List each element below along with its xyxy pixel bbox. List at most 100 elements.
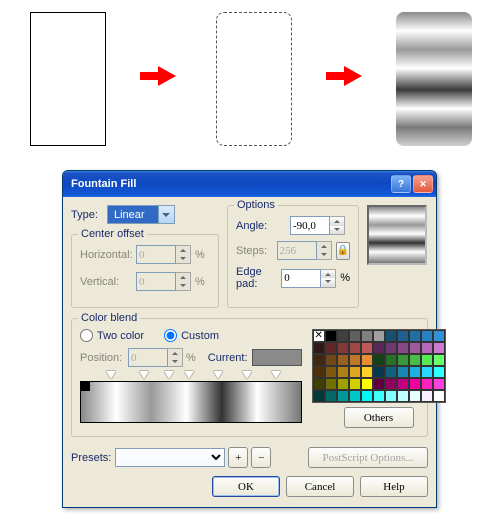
palette-swatch[interactable]	[325, 378, 337, 390]
ok-button[interactable]: OK	[212, 476, 280, 497]
palette-swatch[interactable]	[325, 390, 337, 402]
preset-remove-button[interactable]: −	[251, 447, 271, 468]
horizontal-stepper	[136, 245, 191, 264]
palette-swatch[interactable]	[313, 390, 325, 402]
palette-swatch[interactable]	[337, 366, 349, 378]
vertical-label: Vertical:	[80, 276, 136, 288]
type-select[interactable]: Linear	[107, 205, 175, 224]
palette-swatch[interactable]	[373, 330, 385, 342]
palette-swatch[interactable]	[313, 342, 325, 354]
palette-swatch[interactable]	[421, 390, 433, 402]
edgepad-label: Edge pad:	[236, 266, 281, 290]
palette-swatch[interactable]	[409, 330, 421, 342]
help-icon[interactable]	[391, 175, 411, 193]
palette-swatch[interactable]	[349, 330, 361, 342]
lock-icon[interactable]: 🔒	[336, 242, 350, 260]
palette-swatch[interactable]	[349, 378, 361, 390]
color-palette[interactable]	[312, 329, 446, 403]
palette-swatch[interactable]	[361, 390, 373, 402]
palette-swatch[interactable]	[313, 330, 325, 342]
palette-swatch[interactable]	[421, 330, 433, 342]
palette-swatch[interactable]	[397, 378, 409, 390]
palette-swatch[interactable]	[397, 366, 409, 378]
palette-swatch[interactable]	[337, 354, 349, 366]
palette-swatch[interactable]	[349, 366, 361, 378]
palette-swatch[interactable]	[337, 390, 349, 402]
palette-swatch[interactable]	[433, 330, 445, 342]
current-color-well[interactable]	[252, 349, 302, 366]
arrow-icon	[140, 66, 176, 86]
presets-select[interactable]	[115, 448, 225, 467]
palette-swatch[interactable]	[373, 390, 385, 402]
rect-rounded	[216, 12, 292, 146]
palette-swatch[interactable]	[385, 342, 397, 354]
dialog-title: Fountain Fill	[71, 178, 136, 190]
palette-swatch[interactable]	[421, 378, 433, 390]
palette-swatch[interactable]	[361, 354, 373, 366]
palette-swatch[interactable]	[337, 342, 349, 354]
palette-swatch[interactable]	[373, 366, 385, 378]
palette-swatch[interactable]	[373, 378, 385, 390]
palette-swatch[interactable]	[421, 366, 433, 378]
palette-swatch[interactable]	[313, 378, 325, 390]
palette-swatch[interactable]	[349, 342, 361, 354]
vertical-stepper	[136, 272, 191, 291]
palette-swatch[interactable]	[313, 354, 325, 366]
palette-swatch[interactable]	[397, 390, 409, 402]
palette-swatch[interactable]	[385, 366, 397, 378]
palette-swatch[interactable]	[397, 342, 409, 354]
palette-swatch[interactable]	[325, 354, 337, 366]
palette-swatch[interactable]	[337, 330, 349, 342]
gradient-editor[interactable]	[80, 371, 302, 423]
palette-swatch[interactable]	[325, 330, 337, 342]
presets-label: Presets:	[71, 452, 111, 464]
position-stepper	[128, 348, 183, 367]
palette-swatch[interactable]	[409, 378, 421, 390]
palette-swatch[interactable]	[385, 390, 397, 402]
palette-swatch[interactable]	[373, 342, 385, 354]
steps-stepper	[277, 241, 332, 260]
palette-swatch[interactable]	[385, 378, 397, 390]
palette-swatch[interactable]	[325, 366, 337, 378]
palette-swatch[interactable]	[385, 330, 397, 342]
palette-swatch[interactable]	[313, 366, 325, 378]
titlebar[interactable]: Fountain Fill	[63, 171, 436, 197]
gradient-preview[interactable]	[367, 205, 427, 265]
rect-sharp	[30, 12, 106, 146]
palette-swatch[interactable]	[397, 330, 409, 342]
custom-radio[interactable]: Custom	[164, 329, 219, 342]
horizontal-label: Horizontal:	[80, 249, 136, 261]
palette-swatch[interactable]	[409, 366, 421, 378]
palette-swatch[interactable]	[421, 342, 433, 354]
edgepad-stepper[interactable]	[281, 269, 336, 288]
palette-swatch[interactable]	[433, 354, 445, 366]
palette-swatch[interactable]	[433, 342, 445, 354]
angle-stepper[interactable]	[290, 216, 345, 235]
palette-swatch[interactable]	[433, 390, 445, 402]
gradient-stop	[80, 381, 90, 391]
cancel-button[interactable]: Cancel	[286, 476, 354, 497]
palette-swatch[interactable]	[409, 354, 421, 366]
preset-add-button[interactable]: +	[228, 447, 248, 468]
palette-swatch[interactable]	[361, 330, 373, 342]
two-color-radio[interactable]: Two color	[80, 329, 144, 342]
palette-swatch[interactable]	[349, 390, 361, 402]
palette-swatch[interactable]	[433, 366, 445, 378]
others-button[interactable]: Others	[344, 407, 414, 428]
palette-swatch[interactable]	[409, 342, 421, 354]
palette-swatch[interactable]	[361, 366, 373, 378]
palette-swatch[interactable]	[433, 378, 445, 390]
palette-swatch[interactable]	[373, 354, 385, 366]
current-label: Current:	[208, 352, 248, 364]
palette-swatch[interactable]	[385, 354, 397, 366]
palette-swatch[interactable]	[421, 354, 433, 366]
palette-swatch[interactable]	[397, 354, 409, 366]
help-button[interactable]: Help	[360, 476, 428, 497]
palette-swatch[interactable]	[337, 378, 349, 390]
palette-swatch[interactable]	[361, 342, 373, 354]
palette-swatch[interactable]	[409, 390, 421, 402]
palette-swatch[interactable]	[361, 378, 373, 390]
palette-swatch[interactable]	[325, 342, 337, 354]
palette-swatch[interactable]	[349, 354, 361, 366]
close-icon[interactable]	[413, 175, 433, 193]
